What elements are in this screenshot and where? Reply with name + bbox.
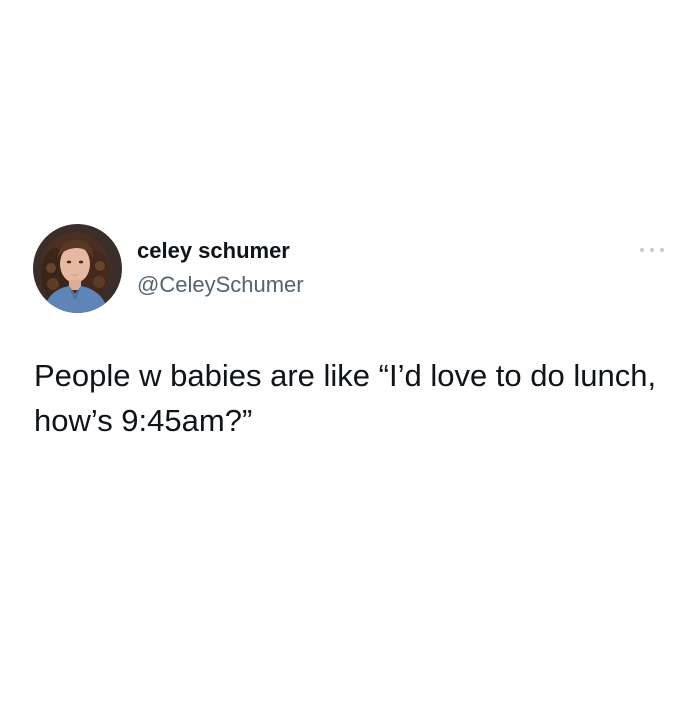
tweet-text: People w babies are like “I’d love to do… [34, 358, 665, 438]
author-handle[interactable]: @CeleySchumer [137, 272, 304, 298]
author-avatar[interactable] [33, 224, 122, 313]
more-dot [650, 248, 654, 252]
tweet-card: celey schumer @CeleySchumer People w bab… [0, 0, 700, 703]
more-dot [640, 248, 644, 252]
more-options-icon[interactable] [640, 244, 664, 256]
avatar-photo-icon [33, 224, 122, 313]
author-display-name[interactable]: celey schumer [137, 238, 290, 264]
more-dot [660, 248, 664, 252]
